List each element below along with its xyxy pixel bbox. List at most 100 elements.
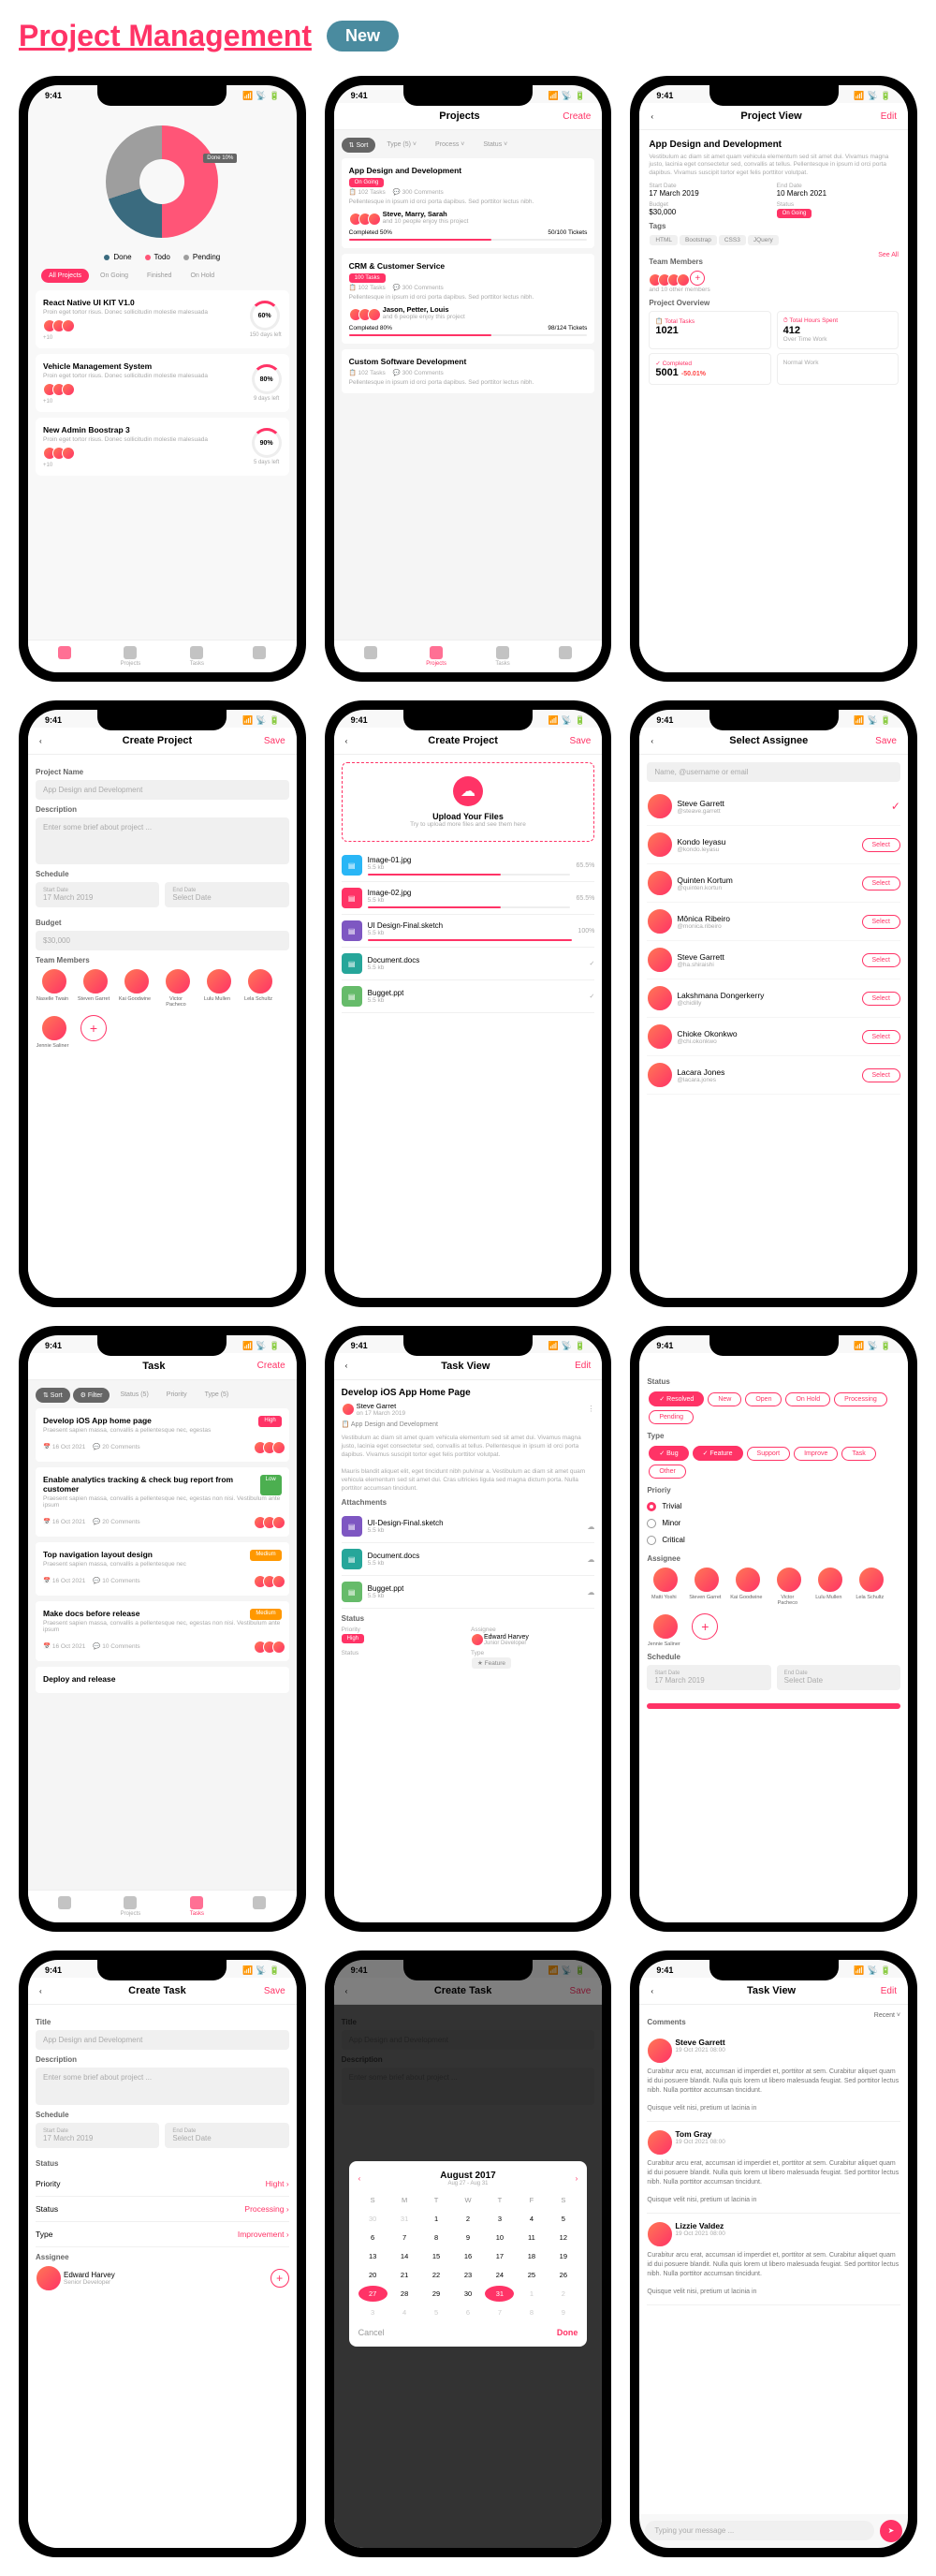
- assignee-row[interactable]: Lakshmana Dongerkerry@chidilly Select: [647, 979, 900, 1018]
- start-date-input[interactable]: Start Date17 March 2019: [36, 882, 159, 907]
- calendar-day[interactable]: 16: [454, 2248, 483, 2264]
- project-item[interactable]: App Design and Development On Going 📋 10…: [342, 158, 595, 248]
- filter-pill[interactable]: All Projects: [41, 269, 89, 283]
- back-icon[interactable]: ‹: [651, 112, 662, 121]
- select-button[interactable]: Select: [862, 1068, 900, 1082]
- filter-pill[interactable]: Priority: [159, 1388, 195, 1403]
- assignee-member[interactable]: Matti Yoshi: [647, 1567, 680, 1606]
- setting-row[interactable]: PriorityHight ›: [36, 2171, 289, 2197]
- task-card[interactable]: Make docs before releaseMedium Praesent …: [36, 1601, 289, 1661]
- calendar-day[interactable]: 19: [548, 2248, 578, 2264]
- filter-pill[interactable]: Status ˅: [475, 138, 515, 153]
- select-button[interactable]: Select: [862, 915, 900, 929]
- calendar-day[interactable]: 20: [358, 2267, 388, 2283]
- assignee-row[interactable]: Kondo Ieyasu@kondo.leyasu Select: [647, 826, 900, 864]
- add-button[interactable]: +: [692, 1613, 718, 1640]
- nav-action[interactable]: Save: [570, 736, 592, 746]
- filter-pill[interactable]: On Going: [93, 269, 136, 283]
- team-member[interactable]: Victor Pacheco: [159, 968, 193, 1008]
- type-chip[interactable]: ✓ Feature: [693, 1446, 743, 1461]
- project-item[interactable]: CRM & Customer Service 100 Tasks 📋 102 T…: [342, 254, 595, 344]
- sort-dropdown[interactable]: Recent ˅: [874, 2012, 900, 2030]
- calendar-day[interactable]: 22: [422, 2267, 451, 2283]
- assignee-row[interactable]: Mônica Ribeiro@monica.ribeiro Select: [647, 903, 900, 941]
- download-icon[interactable]: ☁: [587, 1555, 594, 1564]
- setting-row[interactable]: TypeImprovement ›: [36, 2222, 289, 2247]
- attachment-row[interactable]: ▤ Document.docs5.5 kb ☁: [342, 1543, 595, 1576]
- assignee-member[interactable]: Lulu Mullen: [812, 1567, 845, 1606]
- calendar-day[interactable]: 17: [485, 2248, 514, 2264]
- priority-radio[interactable]: Minor: [647, 1515, 900, 1532]
- status-chip[interactable]: Open: [745, 1392, 782, 1406]
- type-chip[interactable]: Improve: [794, 1447, 838, 1461]
- setting-row[interactable]: StatusProcessing ›: [36, 2197, 289, 2222]
- sort-pill[interactable]: ⇅ Sort: [36, 1388, 70, 1403]
- file-row[interactable]: ▤ Bugget.ppt5.5 kb ✓: [342, 980, 595, 1013]
- select-button[interactable]: Select: [862, 838, 900, 852]
- calendar-day[interactable]: 8: [422, 2230, 451, 2245]
- team-member[interactable]: Jennie Saliner: [36, 1015, 69, 1049]
- send-button[interactable]: ➤: [880, 2520, 902, 2542]
- nav-item[interactable]: [58, 1896, 71, 1917]
- file-row[interactable]: ▤ Image-01.jpg5.5 kb 65.5%: [342, 849, 595, 882]
- calendar-day[interactable]: 26: [548, 2267, 578, 2283]
- back-icon[interactable]: ‹: [39, 737, 51, 745]
- assignee-member[interactable]: Lela Schultz: [853, 1567, 886, 1606]
- select-button[interactable]: Select: [862, 1030, 900, 1044]
- back-icon[interactable]: ‹: [651, 1987, 662, 1995]
- assignee-row[interactable]: Chioke Okonkwo@chi.okonkwo Select: [647, 1018, 900, 1056]
- assignee-row[interactable]: Steve Garrett@steave.garrett ✓: [647, 788, 900, 826]
- project-card[interactable]: Vehicle Management SystemProin eget tort…: [36, 354, 289, 412]
- team-member[interactable]: Lela Schultz: [241, 968, 275, 1008]
- back-icon[interactable]: ‹: [651, 737, 662, 745]
- assignee-member[interactable]: Jennie Saliner: [647, 1613, 680, 1647]
- calendar-day[interactable]: 9: [548, 2304, 578, 2320]
- start-date-input[interactable]: Start Date17 March 2019: [647, 1665, 770, 1690]
- task-card[interactable]: Deploy and release: [36, 1667, 289, 1693]
- see-all-link[interactable]: See All: [878, 252, 899, 270]
- start-date-input[interactable]: Start Date17 March 2019: [36, 2123, 159, 2148]
- end-date-input[interactable]: End DateSelect Date: [165, 882, 288, 907]
- calendar-day[interactable]: 1: [517, 2286, 546, 2302]
- calendar-day[interactable]: 7: [390, 2230, 419, 2245]
- task-card[interactable]: Develop iOS App home pageHigh Praesent s…: [36, 1408, 289, 1462]
- back-icon[interactable]: ‹: [39, 1987, 51, 1995]
- done-button[interactable]: Done: [557, 2328, 578, 2337]
- nav-item[interactable]: Tasks: [190, 1896, 204, 1917]
- calendar-day[interactable]: 8: [517, 2304, 546, 2320]
- budget-input[interactable]: $30,000: [36, 931, 289, 950]
- filter-pill[interactable]: Process ˅: [428, 138, 472, 153]
- desc-input[interactable]: Enter some brief about project ...: [36, 2068, 289, 2105]
- team-member[interactable]: Kai Goodwine: [118, 968, 152, 1008]
- calendar-day[interactable]: 31: [390, 2211, 419, 2227]
- filter-pill[interactable]: On Hold: [183, 269, 222, 283]
- type-chip[interactable]: Task: [841, 1447, 875, 1461]
- message-input[interactable]: Typing your message ...: [645, 2521, 874, 2540]
- download-icon[interactable]: ☁: [587, 1523, 594, 1531]
- calendar-day[interactable]: 11: [517, 2230, 546, 2245]
- add-member-button[interactable]: +: [80, 1015, 107, 1041]
- desc-input[interactable]: Enter some brief about project ...: [36, 817, 289, 864]
- nav-action[interactable]: Save: [875, 736, 897, 746]
- nav-item[interactable]: Tasks: [495, 646, 509, 667]
- tag[interactable]: HTML: [650, 235, 678, 245]
- calendar-day[interactable]: 30: [454, 2286, 483, 2302]
- calendar-day[interactable]: 12: [548, 2230, 578, 2245]
- calendar-day[interactable]: 6: [358, 2230, 388, 2245]
- calendar-day[interactable]: 13: [358, 2248, 388, 2264]
- nav-item[interactable]: [253, 646, 266, 667]
- nav-item[interactable]: Projects: [121, 1896, 141, 1917]
- end-date-input[interactable]: End DateSelect Date: [165, 2123, 288, 2148]
- nav-action[interactable]: Save: [264, 1986, 285, 1996]
- calendar-day[interactable]: 5: [548, 2211, 578, 2227]
- select-button[interactable]: Select: [862, 876, 900, 891]
- filter-pill[interactable]: Type (5) ˅: [379, 138, 424, 153]
- assignee-row[interactable]: Lacara Jones@lacara.jones Select: [647, 1056, 900, 1095]
- calendar-day[interactable]: 25: [517, 2267, 546, 2283]
- status-chip[interactable]: Processing: [834, 1392, 887, 1406]
- team-member[interactable]: Naselle Twain: [36, 968, 69, 1008]
- prev-month-icon[interactable]: ‹: [358, 2174, 361, 2183]
- title-input[interactable]: App Design and Development: [36, 2030, 289, 2050]
- calendar-day[interactable]: 24: [485, 2267, 514, 2283]
- end-date-input[interactable]: End DateSelect Date: [777, 1665, 900, 1690]
